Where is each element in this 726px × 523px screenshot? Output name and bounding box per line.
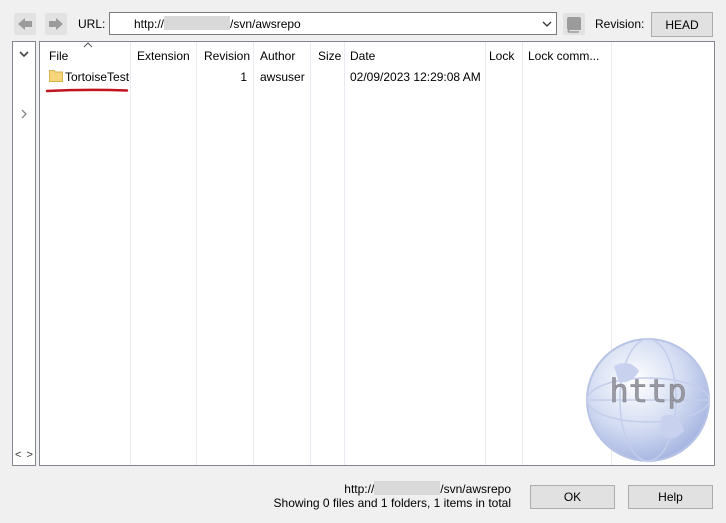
revision-label: Revision: [595, 17, 645, 31]
column-separator [485, 42, 486, 465]
arrow-right-icon [49, 18, 63, 30]
horizontal-scroll-arrows-icon[interactable]: < > [15, 449, 34, 461]
chevron-right-icon[interactable] [19, 108, 29, 120]
column-header-lock[interactable]: Lock [489, 49, 514, 63]
column-separator [130, 42, 131, 465]
folder-icon [49, 70, 63, 82]
help-button[interactable]: Help [628, 485, 713, 509]
file-revision: 1 [240, 70, 247, 84]
revision-head-button[interactable]: HEAD [651, 12, 713, 37]
file-date: 02/09/2023 12:29:08 AM [350, 70, 481, 84]
column-separator [310, 42, 311, 465]
ok-button-label: OK [563, 490, 582, 504]
file-author: awsuser [260, 70, 305, 84]
status-url-suffix: /svn/awsrepo [440, 482, 511, 496]
column-header-date[interactable]: Date [350, 49, 375, 63]
help-button-label: Help [658, 490, 683, 504]
status-url: http:// /svn/awsrepo [344, 481, 511, 496]
url-value: http:// /svn/awsrepo [110, 16, 301, 31]
column-separator [522, 42, 523, 465]
column-header-size[interactable]: Size [318, 49, 341, 63]
status-summary: Showing 0 files and 1 folders, 1 items i… [273, 496, 511, 510]
arrow-left-icon [18, 18, 32, 30]
column-header-extension[interactable]: Extension [137, 49, 190, 63]
forward-button[interactable] [45, 13, 67, 35]
sort-ascending-icon [83, 42, 93, 48]
revision-head-label: HEAD [665, 17, 699, 32]
watermark-text: http [609, 372, 686, 410]
status-url-prefix: http:// [344, 482, 375, 496]
column-separator [344, 42, 345, 465]
ok-button[interactable]: OK [530, 485, 615, 509]
highlight-underline [45, 88, 129, 93]
redacted-host [374, 481, 441, 495]
redacted-host [164, 16, 231, 30]
revision-log-icon[interactable] [563, 13, 585, 35]
chevron-down-icon[interactable] [16, 46, 32, 62]
url-prefix: http:// [134, 17, 165, 31]
column-header-revision[interactable]: Revision [204, 49, 250, 63]
http-globe-watermark-icon: http [586, 338, 710, 462]
column-separator [253, 42, 254, 465]
back-button[interactable] [14, 13, 36, 35]
url-label: URL: [78, 17, 106, 31]
file-name[interactable]: TortoiseTest [65, 70, 129, 84]
column-header-file[interactable]: File [49, 49, 68, 63]
chevron-down-icon[interactable] [540, 16, 554, 31]
folder-tree[interactable]: < > [12, 41, 36, 466]
column-header-author[interactable]: Author [260, 49, 295, 63]
column-separator [196, 42, 197, 465]
column-header-lock-comment[interactable]: Lock comm... [528, 49, 599, 63]
url-combobox[interactable]: http:// /svn/awsrepo [109, 12, 557, 35]
url-suffix: /svn/awsrepo [230, 17, 301, 31]
